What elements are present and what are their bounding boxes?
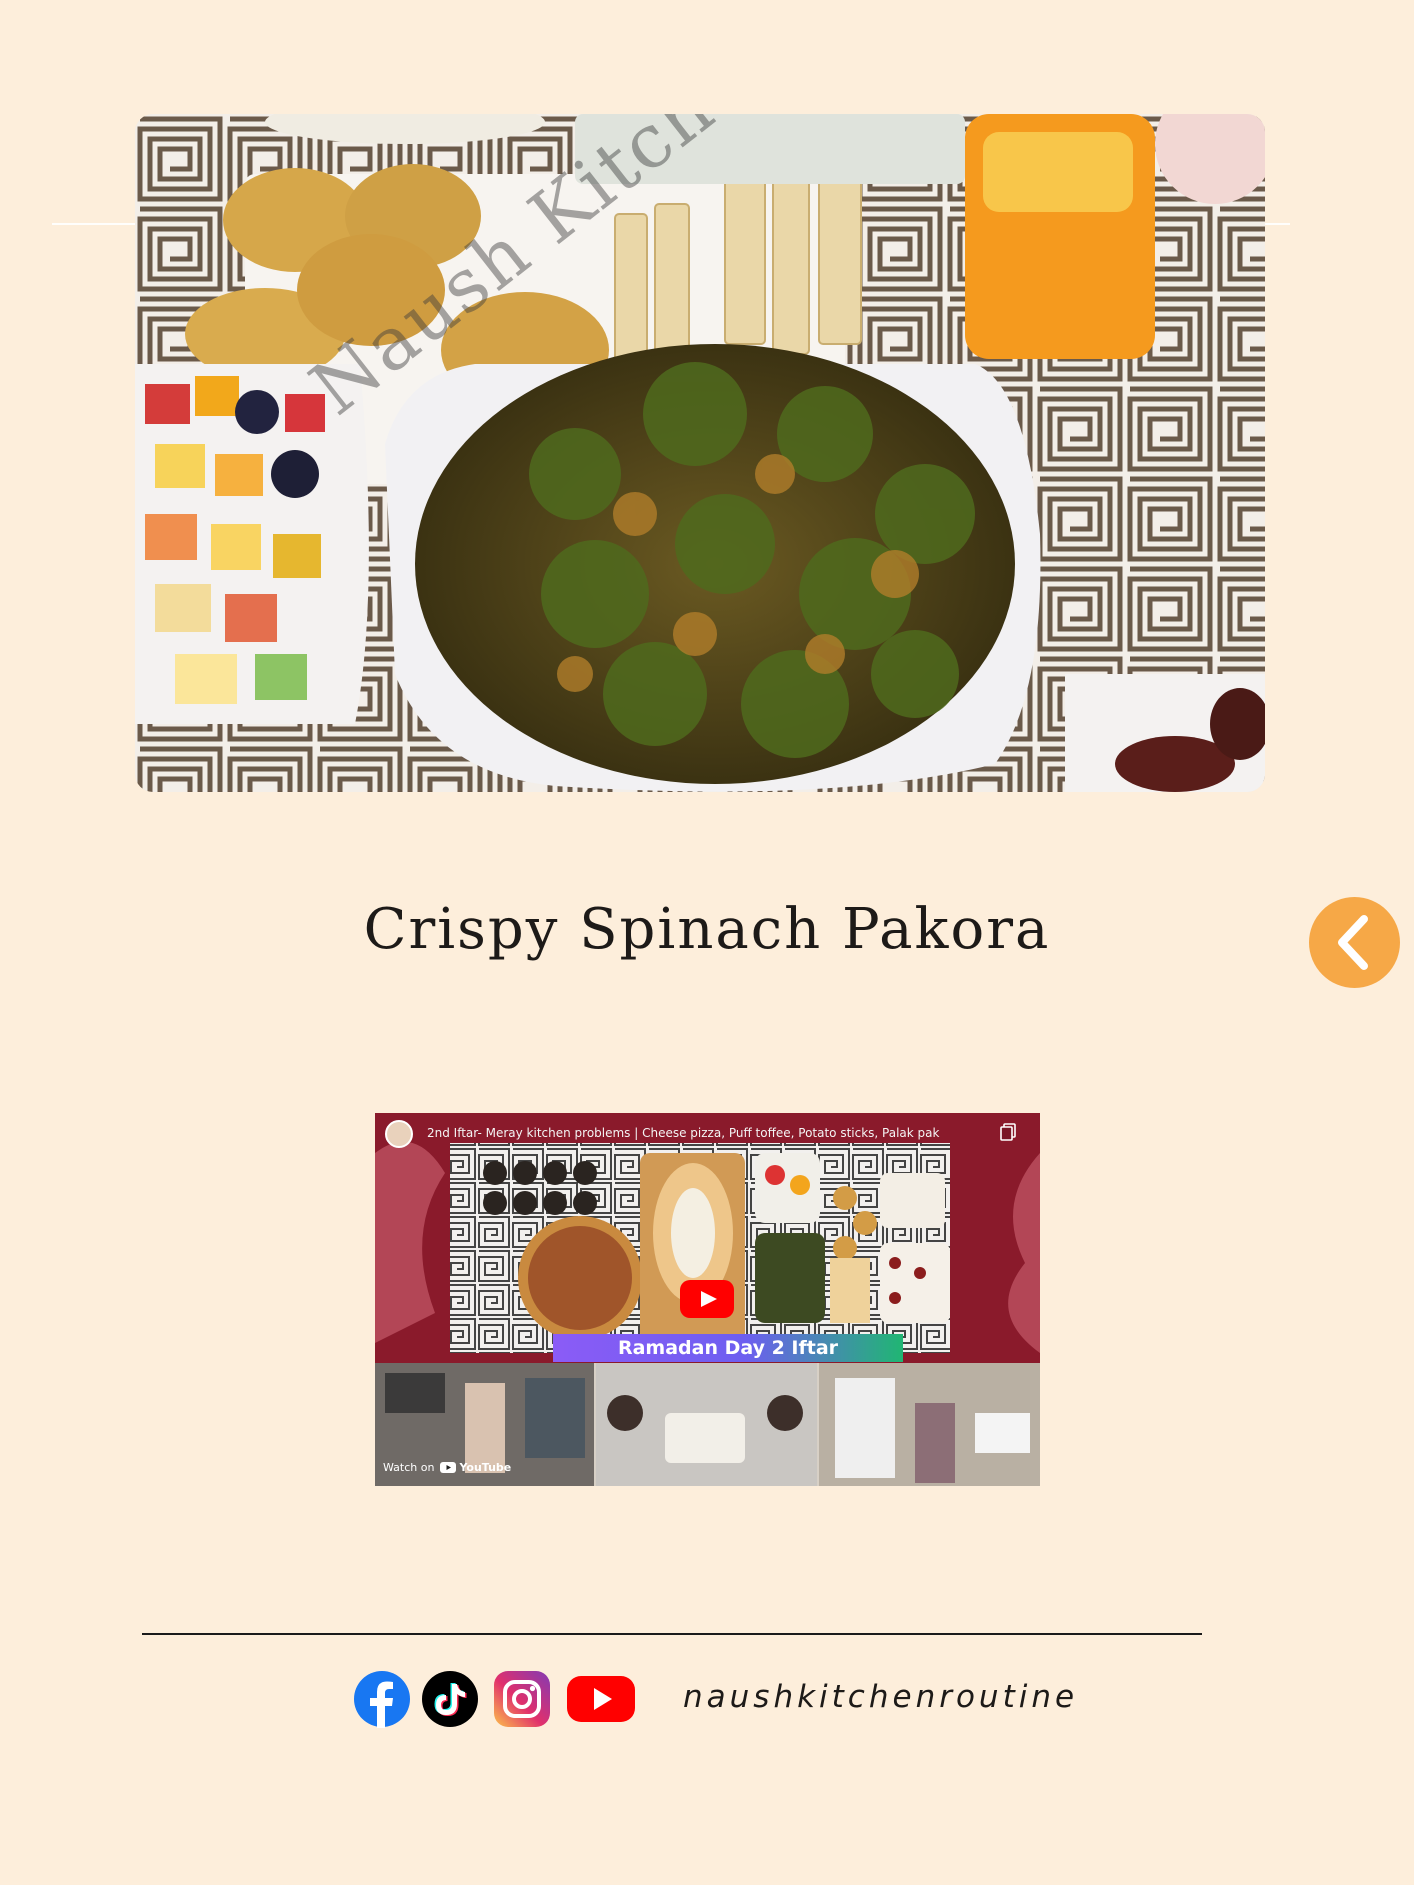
video-title[interactable]: 2nd Iftar- Meray kitchen problems | Chee…	[427, 1126, 967, 1140]
copy-link-icon[interactable]	[1000, 1123, 1016, 1141]
tiktok-link[interactable]	[421, 1670, 479, 1728]
decorative-line-right	[1265, 223, 1290, 225]
youtube-video-embed[interactable]: 2nd Iftar- Meray kitchen problems | Chee…	[375, 1113, 1040, 1486]
facebook-link[interactable]	[353, 1670, 411, 1728]
youtube-link[interactable]	[566, 1670, 636, 1728]
instagram-icon	[494, 1671, 550, 1727]
footer-divider	[142, 1633, 1202, 1635]
recipe-title: Crispy Spinach Pakora	[363, 897, 1051, 962]
youtube-mini-icon	[440, 1461, 457, 1473]
hero-photo-illustration	[135, 114, 1265, 792]
social-handle: naushkitchenroutine	[683, 1679, 1079, 1715]
facebook-icon	[354, 1671, 410, 1728]
back-button[interactable]	[1309, 897, 1400, 988]
chevron-left-icon	[1338, 915, 1368, 970]
watch-on-youtube-link[interactable]: Watch on YouTube	[375, 1448, 525, 1486]
youtube-label: YouTube	[459, 1460, 512, 1474]
video-badge: Ramadan Day 2 Iftar	[553, 1334, 903, 1362]
youtube-icon	[567, 1676, 635, 1722]
hero-image: Naush Kitchen Routine™	[135, 114, 1265, 792]
channel-avatar[interactable]	[385, 1120, 413, 1148]
tiktok-icon	[422, 1671, 478, 1727]
play-button-icon[interactable]	[680, 1280, 734, 1318]
decorative-line-left	[52, 223, 135, 225]
instagram-link[interactable]	[493, 1670, 551, 1728]
youtube-logo: YouTube	[440, 1461, 511, 1474]
watch-on-label: Watch on	[383, 1460, 435, 1474]
